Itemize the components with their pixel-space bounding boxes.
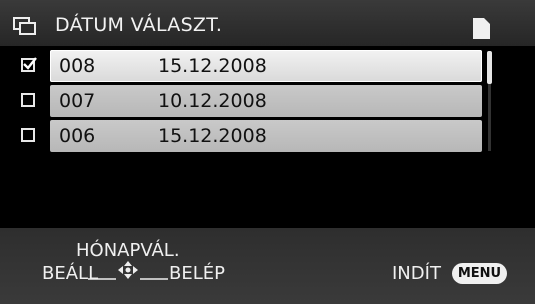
sd-card-icon [473,18,490,39]
enter-label: BELÉP [169,263,225,284]
month-select-label: HÓNAPVÁL. [76,240,180,261]
page-title: DÁTUM VÁLASZT. [55,14,223,36]
dpad-nav-icon [88,261,168,280]
check-icon [23,57,37,70]
list-item-cell[interactable]: 006 15.12.2008 [50,120,482,152]
item-number: 006 [59,125,96,147]
date-list: 008 15.12.2008 007 10.12.2008 006 15.12.… [0,49,535,154]
checkbox-checked[interactable] [21,57,37,72]
list-item[interactable]: 007 10.12.2008 [0,84,482,118]
item-number: 007 [59,90,96,112]
start-label: INDÍT [392,263,441,284]
menu-button[interactable]: MENU [452,263,507,284]
item-number: 008 [59,55,96,77]
item-date: 15.12.2008 [158,55,267,77]
list-item-cell[interactable]: 008 15.12.2008 [50,50,482,82]
scrollbar-thumb[interactable] [487,51,492,84]
checkbox[interactable] [21,93,35,107]
item-date: 15.12.2008 [158,125,267,147]
checkbox[interactable] [21,128,35,142]
list-item[interactable]: 006 15.12.2008 [0,119,482,153]
item-date: 10.12.2008 [158,90,267,112]
list-item[interactable]: 008 15.12.2008 [0,49,482,83]
list-item-cell[interactable]: 007 10.12.2008 [50,85,482,117]
multi-window-icon [13,17,36,35]
